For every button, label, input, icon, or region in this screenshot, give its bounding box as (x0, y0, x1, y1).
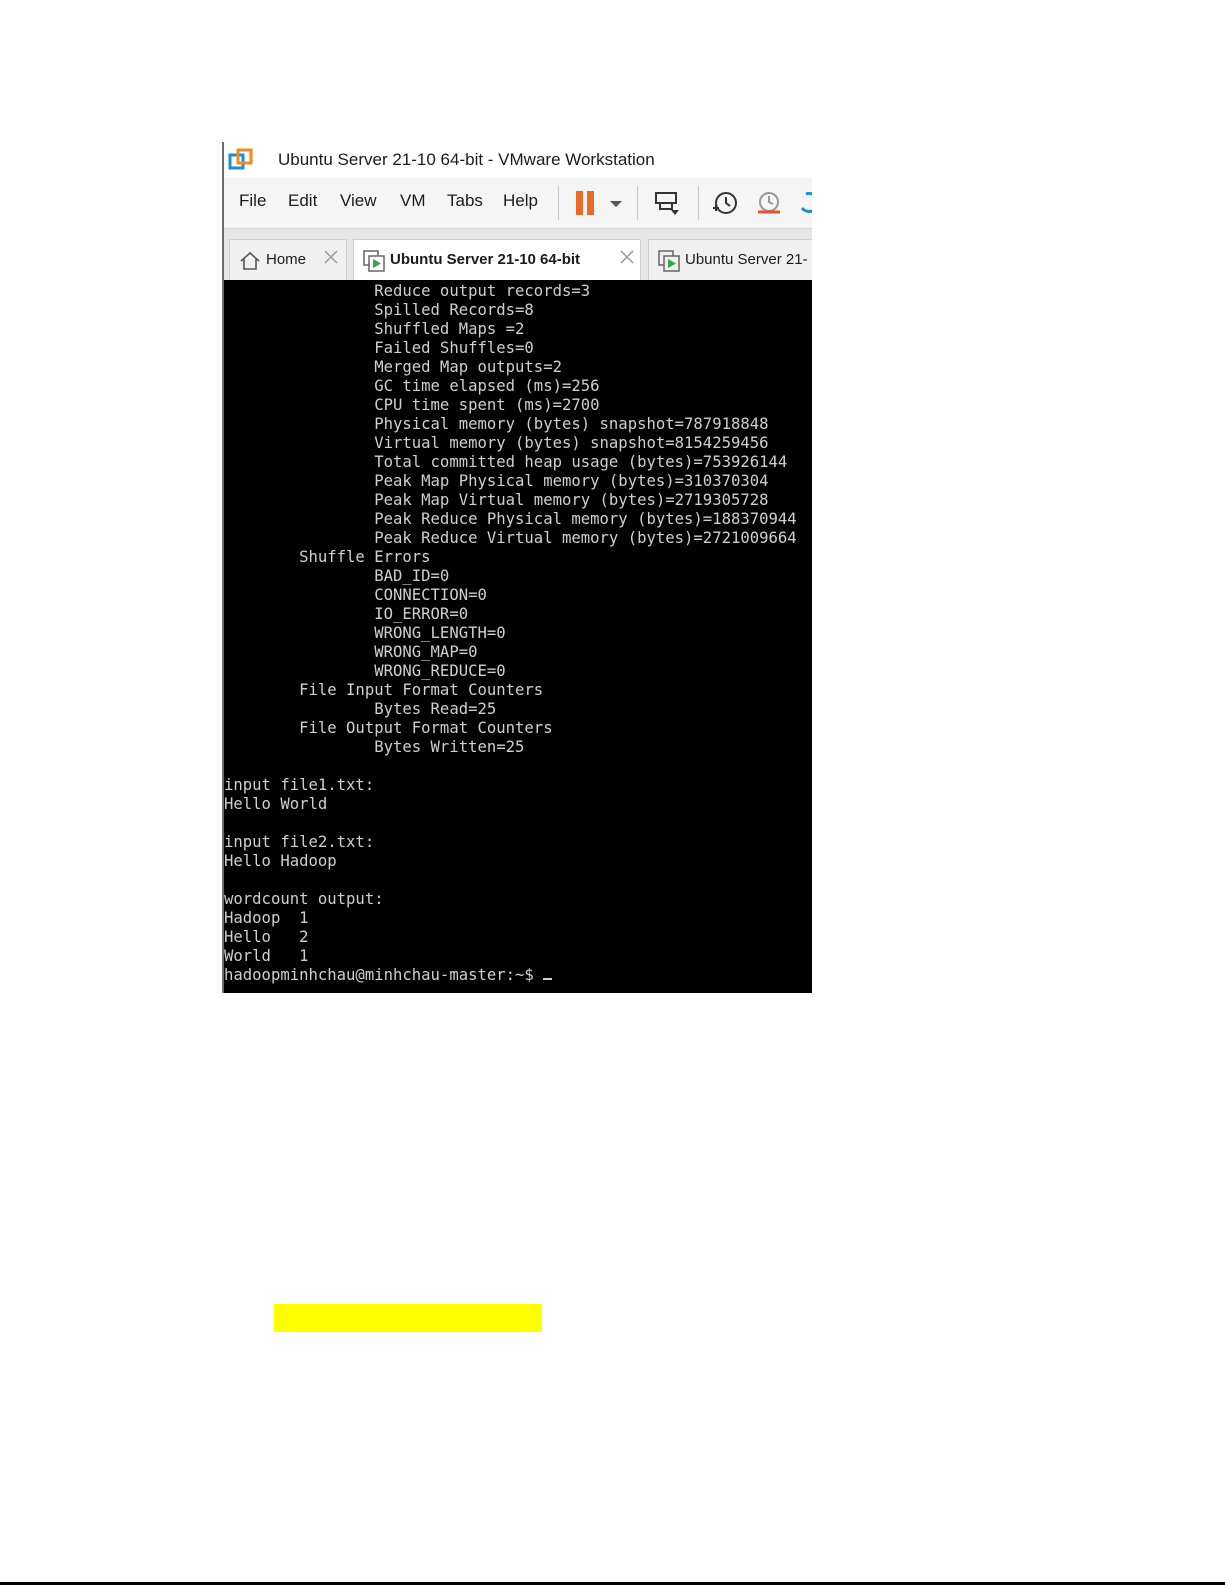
tab-label: Ubuntu Server 21-10 64-bit (390, 251, 581, 268)
send-keys-icon[interactable] (652, 188, 682, 218)
tab-home[interactable]: Home (229, 239, 347, 281)
snapshot-manager-icon[interactable] (796, 188, 812, 218)
console-line: Virtual memory (bytes) snapshot=81542594… (374, 434, 769, 452)
text-cursor (543, 978, 553, 980)
window-left-border (222, 142, 224, 993)
yellow-highlight-mark (274, 1304, 542, 1332)
console-line: Peak Reduce Physical memory (bytes)=1883… (374, 510, 797, 528)
console-line: Peak Reduce Virtual memory (bytes)=27210… (374, 529, 797, 547)
console-line: input file1.txt: (224, 776, 375, 794)
console-line: Failed Shuffles=0 (374, 339, 534, 357)
vmware-window: Ubuntu Server 21-10 64-bit - VMware Work… (222, 142, 812, 993)
console-line: Spilled Records=8 (374, 301, 534, 319)
menu-file[interactable]: File (239, 191, 266, 211)
console-line: IO_ERROR=0 (374, 605, 469, 623)
snapshot-icon[interactable] (710, 188, 740, 218)
vmware-logo-icon (228, 148, 253, 170)
console-output-lines: Reduce output records=3 Spilled Records=… (224, 282, 797, 965)
console-line: Peak Map Physical memory (bytes)=3103703… (374, 472, 769, 490)
console-line: World 1 (224, 947, 309, 965)
toolbar-separator (637, 186, 638, 220)
console-line: Physical memory (bytes) snapshot=7879188… (374, 415, 769, 433)
terminal-output: Reduce output records=3 Spilled Records=… (224, 282, 797, 985)
close-icon[interactable] (618, 248, 636, 266)
console-line: Bytes Written=25 (374, 738, 525, 756)
close-icon[interactable] (322, 248, 340, 266)
tab-bar: Home Ubuntu Server 21-10 64-bit Ubuntu S… (222, 228, 812, 281)
pause-icon[interactable] (572, 188, 602, 218)
console-line: GC time elapsed (ms)=256 (374, 377, 600, 395)
title-bar: Ubuntu Server 21-10 64-bit - VMware Work… (222, 142, 812, 178)
window-title: Ubuntu Server 21-10 64-bit - VMware Work… (278, 150, 655, 169)
console-line: CPU time spent (ms)=2700 (374, 396, 600, 414)
console-line: WRONG_LENGTH=0 (374, 624, 506, 642)
home-icon (240, 251, 260, 270)
toolbar-separator (698, 186, 699, 220)
vm-icon (658, 250, 680, 272)
tab-ubuntu-server-2[interactable]: Ubuntu Server 21- (648, 239, 812, 281)
menu-edit[interactable]: Edit (288, 191, 317, 211)
console-line: Hadoop 1 (224, 909, 309, 927)
console-line: Peak Map Virtual memory (bytes)=27193057… (374, 491, 769, 509)
console-line: File Input Format Counters (299, 681, 544, 699)
console-line: Reduce output records=3 (374, 282, 591, 300)
console-line: WRONG_REDUCE=0 (374, 662, 506, 680)
tab-label: Ubuntu Server 21- (685, 251, 808, 268)
dropdown-arrow-icon[interactable] (606, 188, 626, 218)
toolbar-separator (558, 186, 559, 220)
console-line: Hello Hadoop (224, 852, 337, 870)
console-line: WRONG_MAP=0 (374, 643, 478, 661)
console-line: Shuffle Errors (299, 548, 431, 566)
revert-snapshot-icon[interactable] (754, 188, 784, 218)
console-line: Total committed heap usage (bytes)=75392… (374, 453, 788, 471)
vm-icon (363, 250, 385, 272)
console-line: Hello World (224, 795, 328, 813)
console-line: Merged Map outputs=2 (374, 358, 562, 376)
console-line: File Output Format Counters (299, 719, 553, 737)
console-line: Hello 2 (224, 928, 309, 946)
shell-prompt: hadoopminhchau@minhchau-master:~$ (224, 966, 544, 984)
console-line: Bytes Read=25 (374, 700, 497, 718)
menu-bar: File Edit View VM Tabs Help (222, 178, 812, 228)
menu-view[interactable]: View (340, 191, 377, 211)
menu-help[interactable]: Help (503, 191, 538, 211)
tab-ubuntu-server-active[interactable]: Ubuntu Server 21-10 64-bit (353, 239, 641, 281)
tab-label: Home (266, 251, 307, 268)
menu-tabs[interactable]: Tabs (447, 191, 483, 211)
console-line: CONNECTION=0 (374, 586, 487, 604)
console-line: input file2.txt: (224, 833, 375, 851)
terminal-console[interactable]: Reduce output records=3 Spilled Records=… (222, 280, 812, 993)
console-line: Shuffled Maps =2 (374, 320, 525, 338)
console-line: BAD_ID=0 (374, 567, 450, 585)
menu-vm[interactable]: VM (400, 191, 426, 211)
console-line: wordcount output: (224, 890, 384, 908)
